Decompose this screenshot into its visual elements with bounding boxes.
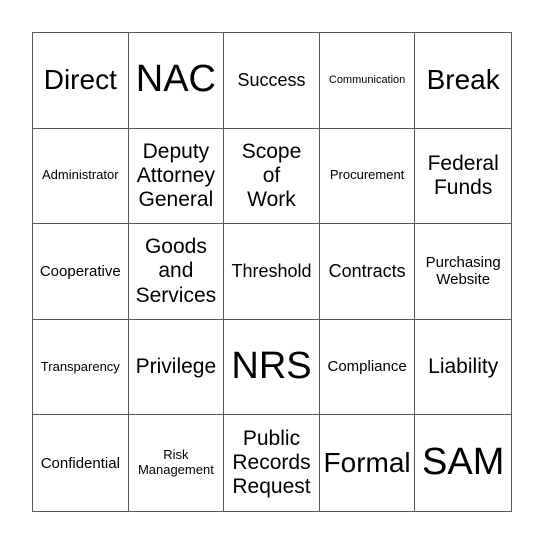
bingo-cell-label-line: of (262, 163, 281, 187)
bingo-cell-label: NRS (231, 345, 312, 388)
bingo-cell-label-line: Work (247, 187, 296, 211)
bingo-cell-label: SAM (422, 441, 505, 484)
bingo-cell-r2-c3[interactable]: Scope of Work (224, 128, 320, 225)
bingo-cell-label: Goods and Services (136, 235, 217, 307)
bingo-cell-label: Liability (428, 355, 499, 379)
bingo-cell-label: Contracts (328, 261, 406, 282)
bingo-cell-r5-c5[interactable]: SAM (415, 415, 511, 511)
bingo-cell-r2-c4[interactable]: Procurement (319, 128, 416, 225)
bingo-cell-r1-c1[interactable]: Direct (33, 33, 129, 129)
bingo-cell-label: Communication (328, 73, 406, 86)
bingo-cell-label-line: Funds (433, 175, 493, 199)
bingo-cell-r4-c4[interactable]: Compliance (319, 319, 416, 416)
bingo-cell-label-line: Services (135, 283, 217, 307)
bingo-cell-label: Break (426, 64, 500, 96)
bingo-cell-label: Threshold (231, 261, 312, 282)
bingo-cell-label-line: Deputy (142, 139, 210, 163)
bingo-cell-r2-c5[interactable]: Federal Funds (415, 129, 511, 225)
bingo-cell-r3-c3[interactable]: Threshold (224, 224, 320, 320)
bingo-cell-r3-c4[interactable]: Contracts (319, 224, 416, 320)
bingo-cell-label-line: Goods (144, 235, 207, 259)
bingo-cell-label-line: Federal (427, 151, 499, 175)
bingo-cell-label-line: Attorney (136, 163, 215, 187)
bingo-cell-label-line: Public (242, 426, 301, 450)
bingo-cell-label-line: and (158, 259, 194, 283)
bingo-cell-label-line: General (138, 187, 214, 211)
bingo-cell-r1-c2[interactable]: NAC (128, 33, 225, 129)
bingo-cell-label: Privilege (135, 355, 217, 379)
bingo-cell-label: Risk Management (137, 447, 214, 478)
bingo-cell-label: Purchasing Website (425, 254, 501, 289)
bingo-cell-r5-c1[interactable]: Confidential (33, 415, 129, 511)
bingo-cell-r1-c4[interactable]: Communication (319, 33, 416, 129)
bingo-cell-label-line: Records (232, 451, 311, 475)
bingo-cell-label: Formal (323, 447, 411, 479)
bingo-cell-label-line: Request (232, 475, 311, 499)
bingo-cell-label: Transparency (40, 358, 120, 374)
bingo-cell-label: NAC (135, 58, 216, 101)
bingo-cell-r3-c1[interactable]: Cooperative (33, 224, 129, 320)
bingo-cell-label: Confidential (40, 454, 120, 472)
bingo-cell-label: Scope of Work (242, 140, 302, 212)
bingo-cell-label: Compliance (327, 358, 407, 376)
bingo-cell-label: Administrator (42, 167, 119, 183)
bingo-cell-r1-c5[interactable]: Break (415, 33, 511, 129)
bingo-cell-r4-c2[interactable]: Privilege (128, 319, 225, 416)
bingo-cell-r2-c1[interactable]: Administrator (33, 128, 129, 225)
bingo-cell-r4-c1[interactable]: Transparency (33, 319, 129, 416)
bingo-cell-r5-c2[interactable]: Risk Management (129, 415, 225, 511)
bingo-cell-r1-c3[interactable]: Success (224, 33, 320, 129)
bingo-cell-label: Direct (43, 64, 117, 96)
bingo-cell-label: Procurement (329, 167, 405, 183)
bingo-board: Direct NAC Success Communication Break Admini… (32, 32, 512, 512)
bingo-cell-label: Success (237, 69, 306, 90)
bingo-cell-label: Cooperative (39, 262, 121, 280)
bingo-cell-r5-c3[interactable]: Public Records Request (224, 415, 320, 511)
bingo-cell-r5-c4[interactable]: Formal (320, 415, 416, 511)
bingo-cell-label-line: Scope (241, 139, 302, 163)
bingo-cell-r3-c5[interactable]: Purchasing Website (415, 224, 511, 320)
bingo-cell-label: Deputy Attorney General (137, 140, 215, 212)
bingo-cell-r4-c3[interactable]: NRS (224, 319, 320, 416)
bingo-cell-r2-c2[interactable]: Deputy Attorney General (128, 128, 225, 225)
bingo-cell-label: Public Records Request (232, 427, 310, 499)
bingo-cell-r3-c2[interactable]: Goods and Services (128, 224, 225, 320)
bingo-cell-label: Federal Funds (428, 152, 499, 200)
bingo-cell-r4-c5[interactable]: Liability (415, 320, 511, 416)
